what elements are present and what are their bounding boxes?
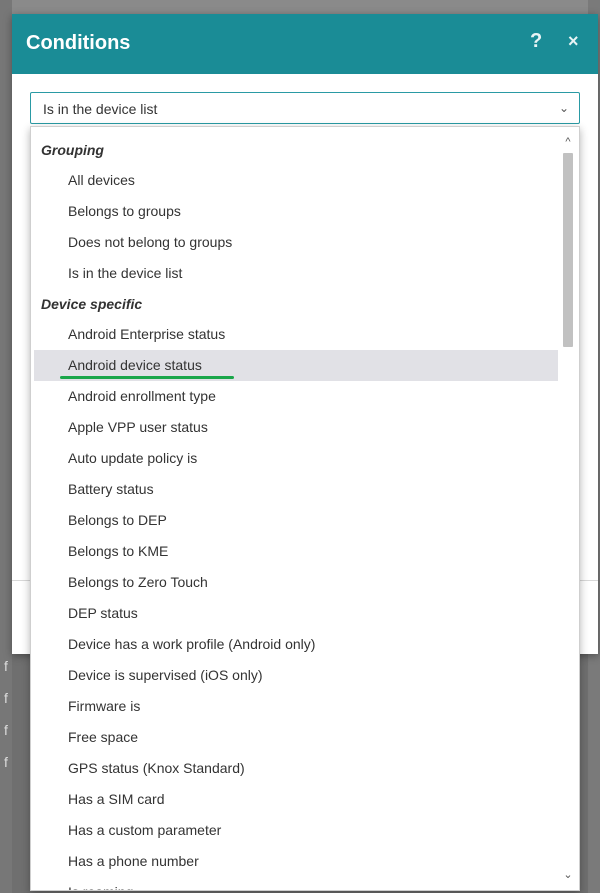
option-has-custom-parameter[interactable]: Has a custom parameter <box>34 815 558 846</box>
option-belongs-to-kme[interactable]: Belongs to KME <box>34 536 558 567</box>
option-is-in-device-list[interactable]: Is in the device list <box>34 258 558 289</box>
background-mark: f <box>4 658 8 674</box>
option-firmware-is[interactable]: Firmware is <box>34 691 558 722</box>
option-belongs-to-groups[interactable]: Belongs to groups <box>34 196 558 227</box>
group-label-grouping: Grouping <box>41 142 104 158</box>
option-auto-update-policy[interactable]: Auto update policy is <box>34 443 558 474</box>
option-device-has-work-profile[interactable]: Device has a work profile (Android only) <box>34 629 558 660</box>
scrollbar-thumb[interactable] <box>563 153 573 347</box>
option-apple-vpp-user-status[interactable]: Apple VPP user status <box>34 412 558 443</box>
group-label-device-specific: Device specific <box>41 296 143 312</box>
help-icon[interactable]: ? <box>530 30 542 53</box>
condition-select[interactable]: Is in the device list ⌄ <box>30 92 580 124</box>
chevron-down-icon: ⌄ <box>558 101 569 115</box>
scroll-up-icon[interactable]: ^ <box>559 133 577 151</box>
option-android-device-status[interactable]: Android device status <box>34 350 558 381</box>
dropdown-scrollbar[interactable]: ^ ⌄ <box>559 131 577 886</box>
option-has-sim-card[interactable]: Has a SIM card <box>34 784 558 815</box>
option-is-roaming[interactable]: Is roaming <box>34 877 558 890</box>
dropdown-options: Grouping All devices Belongs to groups D… <box>31 135 561 890</box>
option-all-devices[interactable]: All devices <box>34 165 558 196</box>
background-left-marks: f f f f <box>4 650 10 810</box>
option-dep-status[interactable]: DEP status <box>34 598 558 629</box>
option-device-is-supervised[interactable]: Device is supervised (iOS only) <box>34 660 558 691</box>
option-belongs-to-zero-touch[interactable]: Belongs to Zero Touch <box>34 567 558 598</box>
dialog-header: Conditions ? × <box>12 14 598 74</box>
background-app-top <box>0 0 600 14</box>
option-gps-status[interactable]: GPS status (Knox Standard) <box>34 753 558 784</box>
condition-select-value: Is in the device list <box>43 101 158 117</box>
background-mark: f <box>4 722 8 738</box>
dialog-title: Conditions <box>26 32 131 54</box>
close-icon[interactable]: × <box>568 31 579 52</box>
option-free-space[interactable]: Free space <box>34 722 558 753</box>
option-android-enterprise-status[interactable]: Android Enterprise status <box>34 319 558 350</box>
option-belongs-to-dep[interactable]: Belongs to DEP <box>34 505 558 536</box>
background-mark: f <box>4 754 8 770</box>
option-has-phone-number[interactable]: Has a phone number <box>34 846 558 877</box>
highlight-underline <box>60 376 234 379</box>
option-battery-status[interactable]: Battery status <box>34 474 558 505</box>
condition-dropdown-list[interactable]: Grouping All devices Belongs to groups D… <box>30 126 580 891</box>
scroll-down-icon[interactable]: ⌄ <box>559 866 577 884</box>
option-android-enrollment-type[interactable]: Android enrollment type <box>34 381 558 412</box>
option-label: Android device status <box>68 357 202 373</box>
background-mark: f <box>4 690 8 706</box>
option-does-not-belong-to-groups[interactable]: Does not belong to groups <box>34 227 558 258</box>
